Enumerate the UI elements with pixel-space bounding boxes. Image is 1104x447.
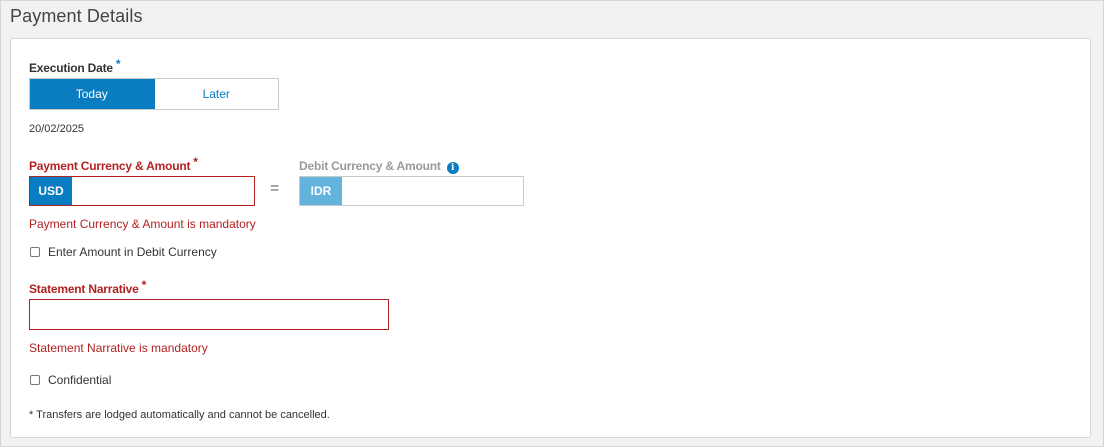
statement-narrative-error: Statement Narrative is mandatory xyxy=(29,341,208,355)
statement-narrative-label: Statement Narrative * xyxy=(29,278,146,296)
debit-currency-checkbox-row[interactable]: Enter Amount in Debit Currency xyxy=(30,245,217,259)
confidential-checkbox-row[interactable]: Confidential xyxy=(30,373,111,387)
required-asterisk: * xyxy=(193,155,198,169)
debit-currency-checkbox-label[interactable]: Enter Amount in Debit Currency xyxy=(48,245,217,259)
required-asterisk: * xyxy=(141,278,147,292)
payment-amount-label-text: Payment Currency & Amount xyxy=(29,159,191,173)
execution-date-label: Execution Date * xyxy=(29,57,121,75)
statement-narrative-input[interactable] xyxy=(29,299,389,330)
debit-amount-label-text: Debit Currency & Amount xyxy=(299,159,441,173)
footnote: * Transfers are lodged automatically and… xyxy=(29,409,330,421)
payment-amount-field: USD xyxy=(29,176,255,206)
payment-currency-selector[interactable]: USD xyxy=(30,177,72,205)
confidential-checkbox[interactable] xyxy=(30,375,40,385)
debit-amount-label: Debit Currency & Amount i xyxy=(299,159,459,174)
payment-details-panel: Execution Date * Today Later 20/02/2025 P… xyxy=(10,38,1091,438)
payment-amount-label: Payment Currency & Amount * xyxy=(29,155,198,173)
section-title: Payment Details xyxy=(10,6,143,26)
equals-sign: = xyxy=(270,180,280,197)
confidential-checkbox-label[interactable]: Confidential xyxy=(48,373,111,387)
payment-amount-error: Payment Currency & Amount is mandatory xyxy=(29,217,256,231)
info-icon[interactable]: i xyxy=(446,162,459,174)
statement-narrative-label-text: Statement Narrative xyxy=(29,282,139,296)
payment-amount-input[interactable] xyxy=(72,177,254,205)
debit-currency-badge: IDR xyxy=(300,177,342,205)
execution-date-value: 20/02/2025 xyxy=(29,123,85,135)
debit-amount-field: IDR xyxy=(299,176,524,206)
required-asterisk: * xyxy=(115,57,121,71)
debit-amount-input xyxy=(342,177,523,205)
today-option-button[interactable]: Today xyxy=(30,79,155,109)
payment-details-section: Payment Details Execution Date * Today La… xyxy=(0,0,1104,447)
later-option-button[interactable]: Later xyxy=(154,79,278,109)
execution-date-toggle: Today Later xyxy=(29,78,279,110)
execution-date-label-text: Execution Date xyxy=(29,61,113,75)
debit-currency-checkbox[interactable] xyxy=(30,247,40,257)
